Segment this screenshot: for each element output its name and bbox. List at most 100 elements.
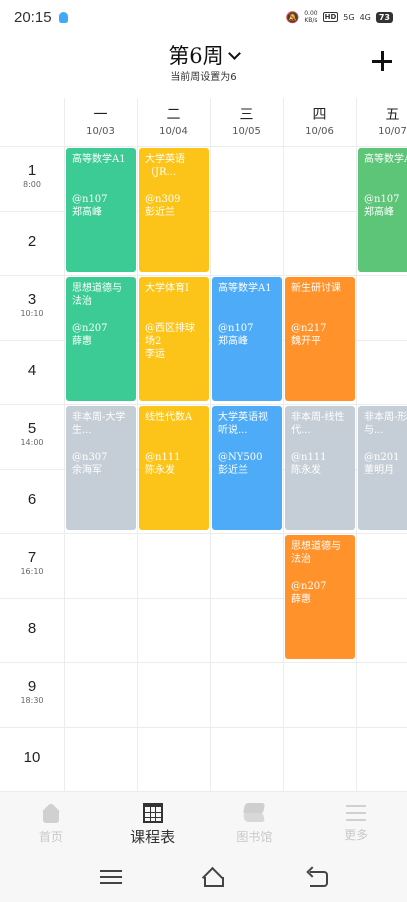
course-room: @n107: [364, 194, 400, 205]
course-room: @n111: [291, 452, 327, 463]
period-number: 10: [23, 748, 41, 766]
nav-label: 更多: [344, 828, 369, 842]
course-name: 高等数学A1: [72, 154, 126, 165]
menu-icon: [346, 805, 367, 821]
course-teacher: 彭近兰: [145, 207, 175, 218]
home-button[interactable]: [201, 868, 224, 887]
grid-row-line: [0, 146, 407, 147]
back-button[interactable]: [308, 868, 330, 887]
status-time: 20:15: [14, 8, 52, 26]
net-speed-unit: KB/s: [304, 17, 318, 24]
course-name: 大学体育I: [145, 283, 189, 294]
period-label: 8: [0, 620, 64, 637]
course-card[interactable]: 非本周-线性代... @n111 陈永发: [285, 406, 355, 530]
period-start-time: 16:10: [20, 567, 44, 576]
hd-badge: HD: [322, 12, 339, 22]
grid-column-line: [356, 98, 357, 792]
day-name: 一: [93, 107, 108, 123]
course-teacher: 彭近兰: [218, 465, 248, 476]
period-number: 3: [27, 291, 37, 308]
day-name: 三: [239, 107, 254, 123]
course-card[interactable]: 非本周-形势与... @n201 董明月: [358, 406, 407, 530]
grid-row-line: [0, 662, 407, 663]
course-room: @西区排球场2: [145, 323, 195, 347]
day-name: 二: [166, 107, 181, 123]
course-teacher: 郑高峰: [364, 207, 394, 218]
period-number: 1: [27, 162, 37, 179]
course-card[interactable]: 新生研讨课 @n217 魏开平: [285, 277, 355, 401]
period-start-time: 18:30: [20, 696, 44, 705]
header: 第6周 当前周设置为6: [0, 34, 407, 98]
day-date: 10/03: [86, 126, 115, 137]
course-name: 非本周-线性代...: [291, 412, 345, 436]
course-card[interactable]: 非本周-大学生... @n307 余海军: [66, 406, 136, 530]
period-number: 6: [27, 490, 37, 508]
calendar-icon: [142, 803, 163, 823]
week-title[interactable]: 第6周: [168, 44, 223, 68]
nav-item-library[interactable]: 图书馆: [204, 792, 306, 854]
timetable-grid: 一 10/03 二 10/04 三 10/05 四 10/06 五 10/07 1 8:00 2 3 10:…: [0, 98, 407, 792]
day-header: 四 10/06: [283, 98, 356, 146]
add-course-button[interactable]: [371, 50, 393, 72]
course-room: @n207: [72, 323, 108, 334]
course-card[interactable]: 大学英语视听说... @NY500 彭近兰: [212, 406, 282, 530]
course-name: 大学英语视听说...: [218, 412, 268, 436]
period-label: 4: [0, 362, 64, 379]
course-card[interactable]: 思想道德与法治 @n207 薛惠: [285, 535, 355, 659]
course-card[interactable]: 大学体育I @西区排球场2 李运: [139, 277, 209, 401]
course-teacher: 郑高峰: [218, 336, 248, 347]
period-label: 10: [0, 749, 64, 766]
period-number: 4: [27, 361, 37, 379]
course-room: @n201: [364, 452, 400, 463]
nav-label: 课程表: [130, 828, 176, 846]
bottom-nav: 首页 课程表 图书馆 更多: [0, 792, 407, 854]
period-start-time: 8:00: [23, 180, 41, 189]
books-icon: [243, 803, 265, 823]
course-card[interactable]: 大学英语（JR... @n309 彭近兰: [139, 148, 209, 272]
week-selector[interactable]: 第6周: [0, 40, 407, 70]
day-header: 三 10/05: [210, 98, 283, 146]
period-number: 2: [27, 232, 37, 250]
nav-item-timetable[interactable]: 课程表: [102, 792, 204, 854]
status-indicators: 🔕 0.00 KB/s HD 5G 4G 73: [286, 10, 393, 24]
course-room: @n111: [145, 452, 181, 463]
day-name: 四: [312, 107, 327, 123]
grid-column-line: [137, 98, 138, 792]
day-date: 10/06: [305, 126, 334, 137]
period-number: 7: [27, 549, 37, 566]
notification-app-icon: [58, 11, 68, 23]
home-icon: [40, 803, 62, 823]
course-name: 新生研讨课: [291, 283, 341, 294]
course-teacher: 薛惠: [72, 336, 92, 347]
signal-5g: 5G: [343, 12, 355, 22]
grid-column-line: [283, 98, 284, 792]
nav-item-home[interactable]: 首页: [0, 792, 102, 854]
period-label: 6: [0, 491, 64, 508]
course-card[interactable]: 思想道德与法治 @n207 薛惠: [66, 277, 136, 401]
recent-apps-button[interactable]: [100, 868, 122, 886]
course-room: @n107: [72, 194, 108, 205]
course-name: 非本周-形势与...: [364, 412, 407, 436]
nav-item-more[interactable]: 更多: [305, 792, 407, 854]
course-name: 思想道德与法治: [291, 541, 341, 565]
course-card[interactable]: 高等数学A1 @n107 郑高峰: [66, 148, 136, 272]
course-card[interactable]: 高等数学A1 @n107 郑高峰: [212, 277, 282, 401]
chevron-down-icon[interactable]: [227, 47, 241, 60]
course-teacher: 陈永发: [291, 465, 321, 476]
course-teacher: 董明月: [364, 465, 394, 476]
period-label: 9 18:30: [0, 678, 64, 705]
course-card[interactable]: 线性代数A @n111 陈永发: [139, 406, 209, 530]
status-bar: 20:15 🔕 0.00 KB/s HD 5G 4G 73: [0, 0, 407, 34]
course-teacher: 薛惠: [291, 594, 311, 605]
course-room: @n307: [72, 452, 108, 463]
signal-4g: 4G: [359, 12, 371, 22]
course-name: 非本周-大学生...: [72, 412, 126, 436]
period-label: 5 14:00: [0, 420, 64, 447]
course-name: 思想道德与法治: [72, 283, 122, 307]
period-start-time: 10:10: [20, 309, 44, 318]
grid-column-line: [64, 98, 65, 792]
course-card[interactable]: 高等数学A1 @n107 郑高峰: [358, 148, 407, 272]
period-number: 9: [27, 678, 37, 695]
current-week-subtitle: 当前周设置为6: [170, 72, 237, 83]
course-teacher: 李运: [145, 349, 165, 360]
